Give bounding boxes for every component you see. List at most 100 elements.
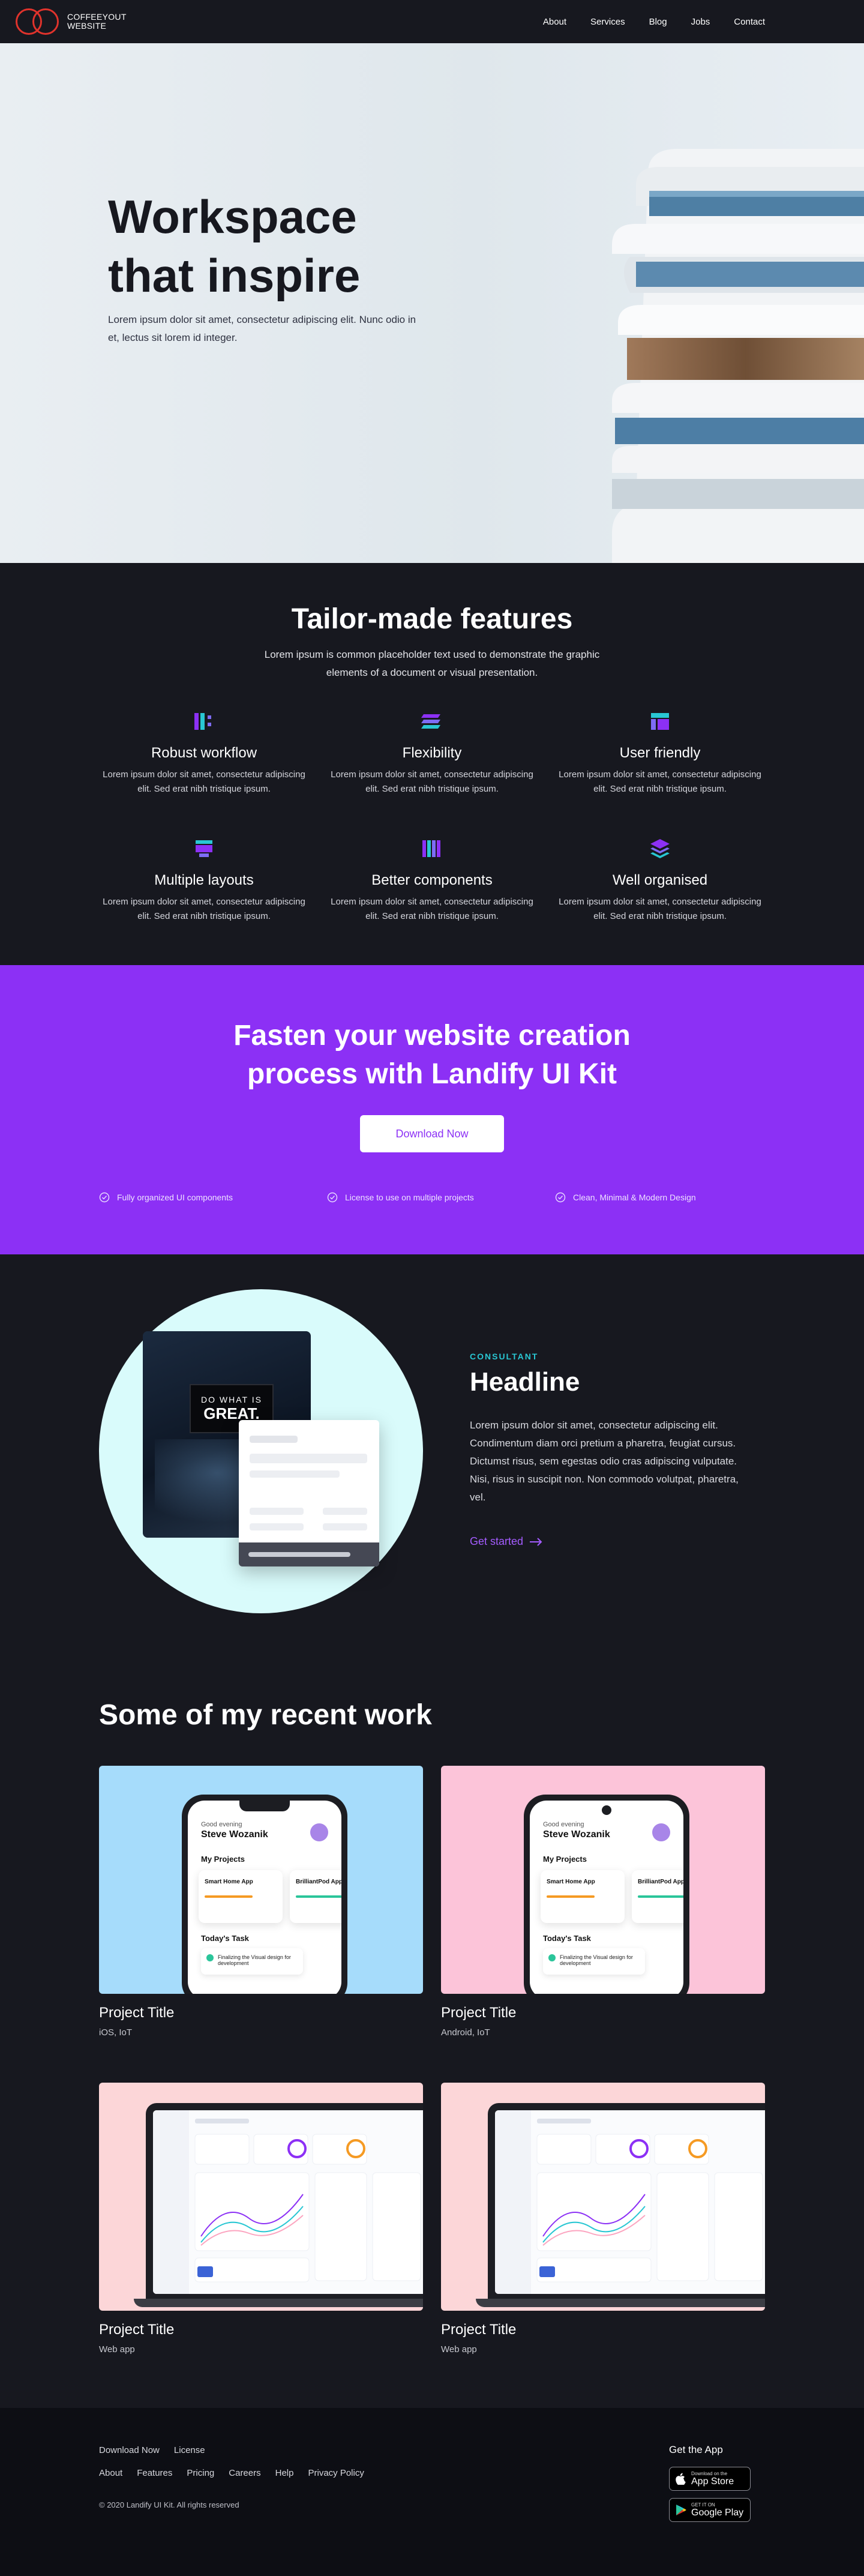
footer-link-pricing[interactable]: Pricing bbox=[187, 2468, 214, 2478]
apple-icon bbox=[676, 2473, 686, 2485]
nav-link-services[interactable]: Services bbox=[590, 17, 625, 27]
arrow-right-icon bbox=[530, 1537, 542, 1546]
mock-card-title: Smart Home App bbox=[205, 1879, 253, 1885]
ui-card-illustration bbox=[239, 1420, 379, 1566]
project-title[interactable]: Project Title bbox=[441, 2005, 765, 2021]
project-thumbnail[interactable] bbox=[99, 2083, 423, 2311]
perk-label: Fully organized UI components bbox=[117, 1193, 233, 1202]
avatar bbox=[310, 1823, 328, 1841]
perk-item: Clean, Minimal & Modern Design bbox=[555, 1192, 696, 1203]
consultant-text: Lorem ipsum dolor sit amet, consectetur … bbox=[470, 1419, 739, 1503]
consultant-headline: Headline bbox=[470, 1367, 580, 1397]
mock-user: Steve Wozanik bbox=[201, 1829, 268, 1840]
project-card[interactable]: Project Title Web app bbox=[99, 2083, 423, 2355]
feature-text: Lorem ipsum dolor sit amet, consectetur … bbox=[103, 897, 305, 921]
card-bar bbox=[250, 1454, 367, 1463]
components-icon bbox=[422, 840, 440, 857]
project-title[interactable]: Project Title bbox=[441, 2322, 765, 2338]
project-thumbnail[interactable]: Good evening Steve Wozanik My Projects S… bbox=[441, 1766, 765, 1994]
phone-mockup: Good evening Steve Wozanik My Projects S… bbox=[182, 1795, 347, 1994]
building-image bbox=[612, 149, 864, 563]
phone-screen: Good evening Steve Wozanik My Projects S… bbox=[530, 1801, 683, 1994]
layouts-icon bbox=[196, 840, 212, 857]
card-bar bbox=[250, 1470, 340, 1478]
logo-rings-icon bbox=[16, 7, 64, 36]
mock-my-projects: My Projects bbox=[201, 1855, 245, 1864]
hero-text: Lorem ipsum dolor sit amet, consectetur … bbox=[108, 314, 416, 343]
get-started-link[interactable]: Get started bbox=[470, 1535, 542, 1548]
dashboard-screen bbox=[153, 2110, 423, 2294]
footer-link-about[interactable]: About bbox=[99, 2468, 122, 2478]
footer-links-secondary: About Features Pricing Careers Help Priv… bbox=[99, 2468, 364, 2478]
project-title[interactable]: Project Title bbox=[99, 2005, 423, 2021]
feature-title: Well organised bbox=[612, 872, 708, 888]
feature-better-components: Better components Lorem ipsum dolor sit … bbox=[330, 837, 534, 924]
nav-link-contact[interactable]: Contact bbox=[734, 17, 765, 27]
mock-my-projects: My Projects bbox=[543, 1855, 587, 1864]
features-subtitle: Lorem ipsum is common placeholder text u… bbox=[264, 649, 600, 678]
perk-label: Clean, Minimal & Modern Design bbox=[573, 1193, 696, 1202]
card-bar bbox=[323, 1523, 367, 1530]
logo[interactable]: COFFEEYOUT WEBSITE bbox=[16, 7, 127, 36]
feature-text: Lorem ipsum dolor sit amet, consectetur … bbox=[103, 769, 305, 794]
laptop-mockup bbox=[476, 2103, 765, 2311]
top-nav: COFFEEYOUT WEBSITE About Services Blog J… bbox=[0, 0, 864, 43]
mock-project-card: Smart Home App bbox=[199, 1870, 283, 1923]
footer-link-features[interactable]: Features bbox=[137, 2468, 172, 2478]
recent-work-title: Some of my recent work bbox=[99, 1699, 432, 1731]
feature-well-organised: Well organised Lorem ipsum dolor sit ame… bbox=[558, 837, 762, 924]
perk-item: License to use on multiple projects bbox=[327, 1192, 474, 1203]
cta-title-line-2: process with Landify UI Kit bbox=[247, 1058, 617, 1090]
project-tags: Web app bbox=[441, 2344, 477, 2355]
cta-title: Fasten your website creation process wit… bbox=[0, 1017, 864, 1094]
google-play-icon bbox=[676, 2505, 686, 2515]
nav-link-jobs[interactable]: Jobs bbox=[691, 17, 710, 27]
footer-link-license[interactable]: License bbox=[174, 2445, 205, 2455]
project-thumbnail[interactable]: Good evening Steve Wozanik My Projects S… bbox=[99, 1766, 423, 1994]
feature-text: Lorem ipsum dolor sit amet, consectetur … bbox=[331, 897, 533, 921]
features-title: Tailor-made features bbox=[291, 603, 573, 635]
project-tags: Web app bbox=[99, 2344, 135, 2355]
dashboard-screen bbox=[495, 2110, 765, 2294]
footer-links-primary: Download Now License bbox=[99, 2445, 205, 2455]
project-card[interactable]: Good evening Steve Wozanik My Projects S… bbox=[441, 1766, 765, 2038]
app-store-button[interactable]: Download on the App Store bbox=[669, 2467, 751, 2491]
perk-label: License to use on multiple projects bbox=[345, 1193, 474, 1202]
nav-link-about[interactable]: About bbox=[543, 17, 566, 27]
nav-link-blog[interactable]: Blog bbox=[649, 17, 667, 27]
project-thumbnail[interactable] bbox=[441, 2083, 765, 2311]
mock-user: Steve Wozanik bbox=[543, 1829, 610, 1840]
phone-screen: Good evening Steve Wozanik My Projects S… bbox=[188, 1801, 341, 1994]
google-play-big: Google Play bbox=[691, 2507, 744, 2518]
footer-link-download-now[interactable]: Download Now bbox=[99, 2445, 160, 2455]
feature-text: Lorem ipsum dolor sit amet, consectetur … bbox=[559, 897, 761, 921]
mock-project-card: BrilliantPod App bbox=[632, 1870, 683, 1923]
google-play-button[interactable]: GET IT ON Google Play bbox=[669, 2498, 751, 2522]
project-title[interactable]: Project Title bbox=[99, 2322, 423, 2338]
google-play-text: GET IT ON Google Play bbox=[691, 2502, 743, 2518]
mock-todays-task: Today's Task bbox=[201, 1934, 249, 1943]
feature-multiple-layouts: Multiple layouts Lorem ipsum dolor sit a… bbox=[102, 837, 306, 924]
project-card[interactable]: Project Title Web app bbox=[441, 2083, 765, 2355]
mock-project-card: BrilliantPod App bbox=[290, 1870, 341, 1923]
mock-task: Finalizing the Visual design for develop… bbox=[201, 1948, 303, 1975]
card-bar bbox=[250, 1436, 298, 1443]
get-started-label: Get started bbox=[470, 1535, 524, 1547]
download-now-button[interactable]: Download Now bbox=[360, 1115, 504, 1152]
laptop-mockup bbox=[134, 2103, 423, 2311]
check-circle-icon bbox=[99, 1192, 110, 1203]
copyright: © 2020 Landify UI Kit. All rights reserv… bbox=[99, 2500, 239, 2509]
feature-title: Flexibility bbox=[402, 745, 462, 761]
mock-task: Finalizing the Visual design for develop… bbox=[543, 1948, 645, 1975]
feature-title: Better components bbox=[371, 872, 493, 888]
feature-user-friendly: User friendly Lorem ipsum dolor sit amet… bbox=[558, 709, 762, 796]
footer-link-privacy-policy[interactable]: Privacy Policy bbox=[308, 2468, 364, 2478]
footer-link-help[interactable]: Help bbox=[275, 2468, 294, 2478]
project-card[interactable]: Good evening Steve Wozanik My Projects S… bbox=[99, 1766, 423, 2038]
mock-greeting: Good evening bbox=[543, 1821, 584, 1828]
check-circle-icon bbox=[327, 1192, 338, 1203]
mock-todays-task: Today's Task bbox=[543, 1934, 591, 1943]
mock-card-title: Smart Home App bbox=[547, 1879, 595, 1885]
layers-icon bbox=[650, 839, 670, 858]
footer-link-careers[interactable]: Careers bbox=[229, 2468, 260, 2478]
